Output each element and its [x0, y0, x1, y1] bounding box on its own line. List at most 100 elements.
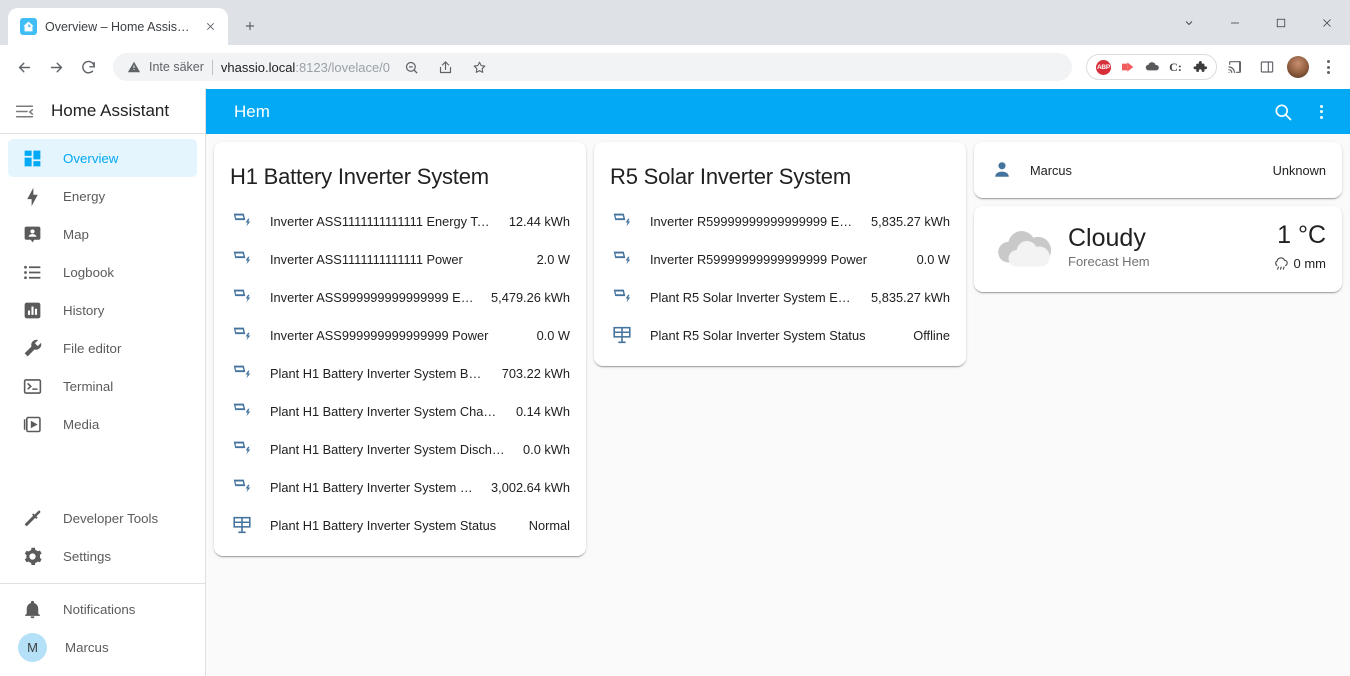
- entity-row[interactable]: Inverter ASS999999999999999 Energy Total…: [214, 278, 586, 316]
- weather-forecast-card[interactable]: Cloudy Forecast Hem 1 °C 0 mm: [974, 206, 1342, 292]
- bookmark-star-icon[interactable]: [466, 54, 492, 80]
- wrench-icon: [21, 337, 43, 359]
- window-maximize-icon[interactable]: [1258, 0, 1304, 45]
- entity-row[interactable]: Plant R5 Solar Inverter System Status Of…: [594, 316, 966, 354]
- cast-icon[interactable]: [1221, 53, 1249, 81]
- sidebar-item-energy[interactable]: Energy: [8, 177, 197, 215]
- entity-row[interactable]: Inverter ASS1111111111111 Energy Total 1…: [214, 202, 586, 240]
- entity-name: Plant H1 Battery Inverter System Dischar…: [270, 441, 507, 457]
- solar-power-icon: [610, 285, 634, 309]
- extensions-puzzle-icon[interactable]: [1189, 57, 1210, 78]
- lovelace-view: H1 Battery Inverter System Inverter ASS1…: [206, 134, 1350, 676]
- side-panel-icon[interactable]: [1253, 53, 1281, 81]
- solar-power-icon: [230, 399, 254, 423]
- format-list-bulleted-icon: [21, 261, 43, 283]
- back-arrow-icon[interactable]: [9, 52, 39, 82]
- entity-row[interactable]: Plant H1 Battery Inverter System Sell En…: [214, 468, 586, 506]
- entity-value: 0.14 kWh: [515, 403, 570, 419]
- sidebar-item-user[interactable]: M Marcus: [8, 628, 197, 666]
- home-assistant-logo-icon: [20, 18, 37, 35]
- entity-value: 0.0 W: [916, 251, 950, 267]
- sidebar-item-developer-tools[interactable]: Developer Tools: [8, 499, 197, 537]
- sidebar-item-map[interactable]: Map: [8, 215, 197, 253]
- entity-row-person[interactable]: Marcus Unknown: [974, 148, 1342, 192]
- adblock-plus-extension-icon[interactable]: ABP: [1093, 57, 1114, 78]
- forward-arrow-icon[interactable]: [41, 52, 71, 82]
- ha-app-bar: Hem: [206, 89, 1350, 134]
- entity-row[interactable]: Inverter ASS1111111111111 Power 2.0 W: [214, 240, 586, 278]
- chrome-menu-icon[interactable]: [1315, 60, 1341, 74]
- zoom-out-icon[interactable]: [398, 54, 424, 80]
- entity-name: Plant H1 Battery Inverter System Buy Ene…: [270, 365, 486, 381]
- bell-icon: [21, 598, 43, 620]
- sidebar-item-label: Logbook: [63, 264, 115, 280]
- entity-row[interactable]: Plant R5 Solar Inverter System Energy To…: [594, 278, 966, 316]
- entity-row[interactable]: Inverter R59999999999999999 Energy Total…: [594, 202, 966, 240]
- tab-search-chevron-down-icon[interactable]: [1166, 0, 1212, 45]
- person-state: Unknown: [1272, 162, 1326, 178]
- chrome-profile-avatar[interactable]: [1287, 56, 1309, 78]
- solar-power-icon: [230, 475, 254, 499]
- sidebar-collapse-icon[interactable]: [14, 101, 35, 122]
- weather-subtitle: Forecast Hem: [1068, 254, 1150, 270]
- cloud-extension-icon[interactable]: [1141, 57, 1162, 78]
- solar-panel-icon: [610, 323, 634, 347]
- solar-power-icon: [230, 285, 254, 309]
- entity-name: Inverter ASS999999999999999 Energy Total: [270, 289, 475, 305]
- entity-row[interactable]: Plant H1 Battery Inverter System Buy Ene…: [214, 354, 586, 392]
- sidebar-item-label: Marcus: [65, 639, 109, 655]
- sidebar-item-media[interactable]: Media: [8, 405, 197, 443]
- magnify-icon[interactable]: [1264, 93, 1302, 131]
- solar-power-icon: [230, 209, 254, 233]
- entity-value: 5,835.27 kWh: [871, 289, 950, 305]
- entity-value: Normal: [528, 517, 570, 533]
- sidebar-item-overview[interactable]: Overview: [8, 139, 197, 177]
- weather-temperature: 1 °C: [1277, 221, 1326, 250]
- reload-icon[interactable]: [73, 52, 103, 82]
- share-icon[interactable]: [432, 54, 458, 80]
- sidebar-item-file-editor[interactable]: File editor: [8, 329, 197, 367]
- dots-vertical-icon[interactable]: [1302, 93, 1340, 131]
- browser-tab[interactable]: Overview – Home Assistant: [8, 8, 228, 45]
- window-minimize-icon[interactable]: [1212, 0, 1258, 45]
- entity-row[interactable]: Plant H1 Battery Inverter System Charge …: [214, 392, 586, 430]
- not-secure-warning-icon: [127, 60, 141, 74]
- card-title: H1 Battery Inverter System: [230, 164, 489, 189]
- entity-name: Plant R5 Solar Inverter System Status: [650, 327, 866, 343]
- sidebar-item-notifications[interactable]: Notifications: [8, 590, 197, 628]
- new-tab-button[interactable]: [236, 12, 264, 40]
- entity-row[interactable]: Inverter R59999999999999999 Power 0.0 W: [594, 240, 966, 278]
- sidebar-item-label: Terminal: [63, 378, 114, 394]
- weather-values: 1 °C 0 mm: [1272, 221, 1326, 272]
- entity-value: 3,002.64 kWh: [491, 479, 570, 495]
- window-controls: [1166, 0, 1350, 45]
- ci-label: C:: [1169, 59, 1182, 74]
- sidebar-item-settings[interactable]: Settings: [8, 537, 197, 575]
- url-host: vhassio.local: [220, 59, 296, 75]
- omnibox-divider: [211, 59, 213, 75]
- red-arrow-extension-icon[interactable]: [1117, 57, 1138, 78]
- entity-row[interactable]: Plant H1 Battery Inverter System Status …: [214, 506, 586, 544]
- address-bar[interactable]: Inte säker vhassio.local:8123/lovelace/0: [113, 53, 1072, 81]
- sidebar-item-terminal[interactable]: Terminal: [8, 367, 197, 405]
- solar-power-icon: [230, 323, 254, 347]
- solar-power-icon: [610, 247, 634, 271]
- sidebar-item-logbook[interactable]: Logbook: [8, 253, 197, 291]
- entity-value: 2.0 W: [536, 251, 570, 267]
- solar-power-icon: [230, 437, 254, 461]
- account-icon: [990, 158, 1014, 182]
- tab-close-icon[interactable]: [200, 17, 220, 37]
- entity-name: Plant H1 Battery Inverter System Charge …: [270, 403, 500, 419]
- window-close-icon[interactable]: [1304, 0, 1350, 45]
- home-assistant-app: Home Assistant Overview Energy Map Logbo…: [0, 89, 1350, 676]
- entity-row[interactable]: Plant H1 Battery Inverter System Dischar…: [214, 430, 586, 468]
- sidebar-item-label: Settings: [63, 548, 112, 564]
- sidebar-item-history[interactable]: History: [8, 291, 197, 329]
- sidebar-divider: [0, 583, 205, 584]
- sidebar-item-label: Map: [63, 226, 89, 242]
- entity-name: Plant R5 Solar Inverter System Energy To…: [650, 289, 855, 305]
- weather-precipitation: 0 mm: [1272, 255, 1326, 272]
- entity-row[interactable]: Inverter ASS999999999999999 Power 0.0 W: [214, 316, 586, 354]
- ci-extension-icon[interactable]: C:: [1165, 57, 1186, 78]
